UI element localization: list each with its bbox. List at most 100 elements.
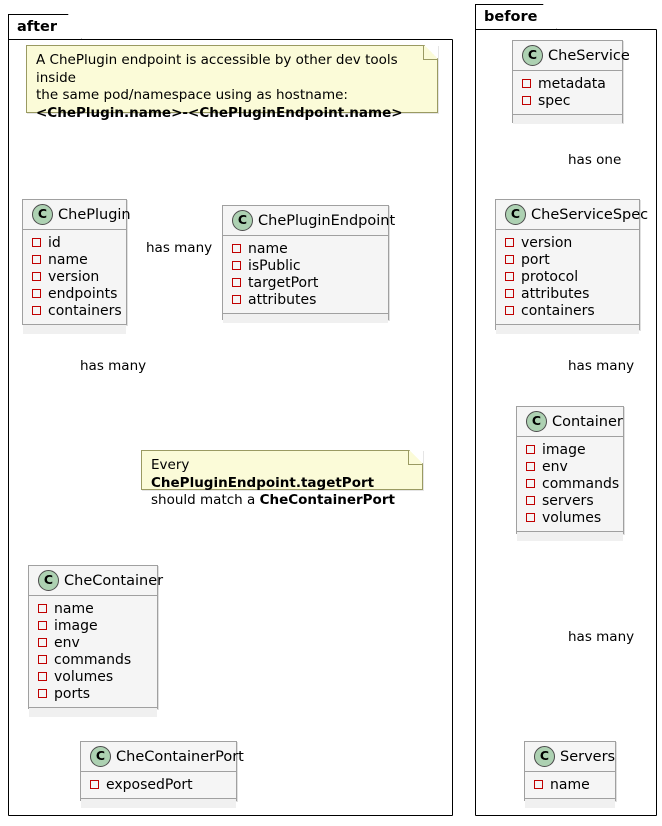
attribute-marker-icon	[505, 289, 514, 298]
class-box-cheplugin[interactable]: C ChePlugin id name version endpoints co…	[22, 199, 131, 334]
note-fold-icon	[408, 450, 423, 465]
class-icon: C	[526, 411, 547, 432]
attribute-row: version	[505, 234, 631, 251]
attribute-marker-icon	[522, 79, 531, 88]
attribute-marker-icon	[38, 604, 47, 613]
class-box-cheservice[interactable]: C CheService metadata spec	[512, 40, 630, 124]
class-attributes-cheservice: metadata spec	[513, 71, 622, 115]
attribute-marker-icon	[232, 295, 241, 304]
edge-label-service-spec: has one	[568, 152, 622, 168]
class-name: ChePluginEndpoint	[258, 212, 396, 229]
package-before-label: before	[484, 9, 538, 26]
class-footer	[29, 708, 157, 717]
attribute-row: servers	[526, 492, 615, 509]
attribute-marker-icon	[522, 96, 531, 105]
note-fold-icon	[423, 45, 438, 60]
attribute-row: endpoints	[32, 285, 118, 302]
attribute-label: env	[54, 634, 80, 651]
class-icon: C	[38, 570, 59, 591]
attribute-label: volumes	[542, 509, 602, 526]
class-title-cheservicespec: C CheServiceSpec	[496, 200, 648, 230]
attribute-marker-icon	[526, 445, 535, 454]
class-footer	[513, 115, 622, 124]
attribute-label: name	[550, 776, 590, 793]
class-footer	[496, 325, 639, 334]
attribute-marker-icon	[505, 255, 514, 264]
attribute-marker-icon	[505, 306, 514, 315]
attribute-marker-icon	[38, 689, 47, 698]
attribute-row: commands	[38, 651, 149, 668]
attribute-marker-icon	[38, 655, 47, 664]
attribute-marker-icon	[232, 278, 241, 287]
attribute-row: metadata	[522, 75, 614, 92]
attribute-label: spec	[538, 92, 571, 109]
class-icon: C	[534, 746, 555, 767]
attribute-label: env	[542, 458, 568, 475]
note-hostname-line2: the same pod/namespace using as hostname…	[36, 87, 348, 103]
attribute-row: name	[232, 240, 380, 257]
attribute-row: ports	[38, 685, 149, 702]
attribute-row: spec	[522, 92, 614, 109]
attribute-row: name	[534, 776, 607, 793]
attribute-label: version	[521, 234, 573, 251]
class-title-checontainerport: C CheContainerPort	[81, 742, 244, 772]
class-attributes-checontainerport: exposedPort	[81, 772, 236, 799]
note-targetport-line1: Every ChePluginEndpoint.tagetPort	[151, 457, 413, 492]
note-hostname-line3: <ChePlugin.name>-<ChePluginEndpoint.name…	[36, 104, 403, 121]
attribute-label: attributes	[521, 285, 590, 302]
attribute-row: exposedPort	[90, 776, 228, 793]
attribute-label: isPublic	[248, 257, 301, 274]
attribute-label: version	[48, 268, 100, 285]
attribute-marker-icon	[32, 272, 41, 281]
class-title-chepluginendpoint: C ChePluginEndpoint	[223, 206, 395, 236]
attribute-marker-icon	[38, 621, 47, 630]
attribute-label: name	[248, 240, 288, 257]
class-title-container: C Container	[517, 407, 623, 437]
class-title-servers: C Servers	[525, 742, 615, 772]
edge-label-container-servers: has many	[568, 629, 635, 645]
class-attributes-container: image env commands servers volumes	[517, 437, 623, 532]
class-icon: C	[32, 204, 53, 225]
class-name: ChePlugin	[58, 206, 131, 223]
class-footer	[517, 532, 623, 541]
edge-label-plugin-endpoint: has many	[146, 240, 213, 256]
attribute-label: endpoints	[48, 285, 118, 302]
class-box-container[interactable]: C Container image env commands servers v…	[516, 406, 624, 541]
class-box-chepluginendpoint[interactable]: C ChePluginEndpoint name isPublic target…	[222, 205, 395, 323]
attribute-row: commands	[526, 475, 619, 492]
class-title-checontainer: C CheContainer	[29, 566, 163, 596]
attribute-marker-icon	[38, 672, 47, 681]
note-hostname: A ChePlugin endpoint is accessible by ot…	[26, 45, 438, 121]
attribute-label: metadata	[538, 75, 606, 92]
attribute-marker-icon	[526, 496, 535, 505]
attribute-label: ports	[54, 685, 90, 702]
attribute-marker-icon	[526, 513, 535, 522]
attribute-marker-icon	[32, 255, 41, 264]
class-footer	[23, 325, 126, 334]
attribute-row: attributes	[505, 285, 631, 302]
attribute-label: attributes	[248, 291, 317, 308]
class-attributes-cheservicespec: version port protocol attributes contain…	[496, 230, 639, 325]
edge-label-plugin-container: has many	[80, 358, 147, 374]
class-attributes-checontainer: name image env commands volumes ports	[29, 596, 157, 708]
attribute-row: volumes	[38, 668, 149, 685]
class-box-checontainerport[interactable]: C CheContainerPort exposedPort	[80, 741, 244, 808]
attribute-label: image	[54, 617, 98, 634]
attribute-label: containers	[48, 302, 122, 319]
class-name: CheContainerPort	[116, 748, 244, 765]
class-box-servers[interactable]: C Servers name	[524, 741, 616, 808]
attribute-label: containers	[521, 302, 595, 319]
class-box-checontainer[interactable]: C CheContainer name image env commands v…	[28, 565, 163, 717]
class-box-cheservicespec[interactable]: C CheServiceSpec version port protocol a…	[495, 199, 648, 334]
class-name: Servers	[560, 748, 616, 765]
note-targetport-text1: Every	[151, 457, 190, 473]
note-targetport-bold2: CheContainerPort	[259, 492, 395, 508]
attribute-label: name	[48, 251, 88, 268]
attribute-marker-icon	[32, 306, 41, 315]
class-footer	[81, 799, 236, 808]
attribute-row: protocol	[505, 268, 631, 285]
attribute-marker-icon	[526, 462, 535, 471]
attribute-marker-icon	[32, 238, 41, 247]
attribute-label: id	[48, 234, 61, 251]
note-targetport: Every ChePluginEndpoint.tagetPort should…	[141, 450, 423, 508]
